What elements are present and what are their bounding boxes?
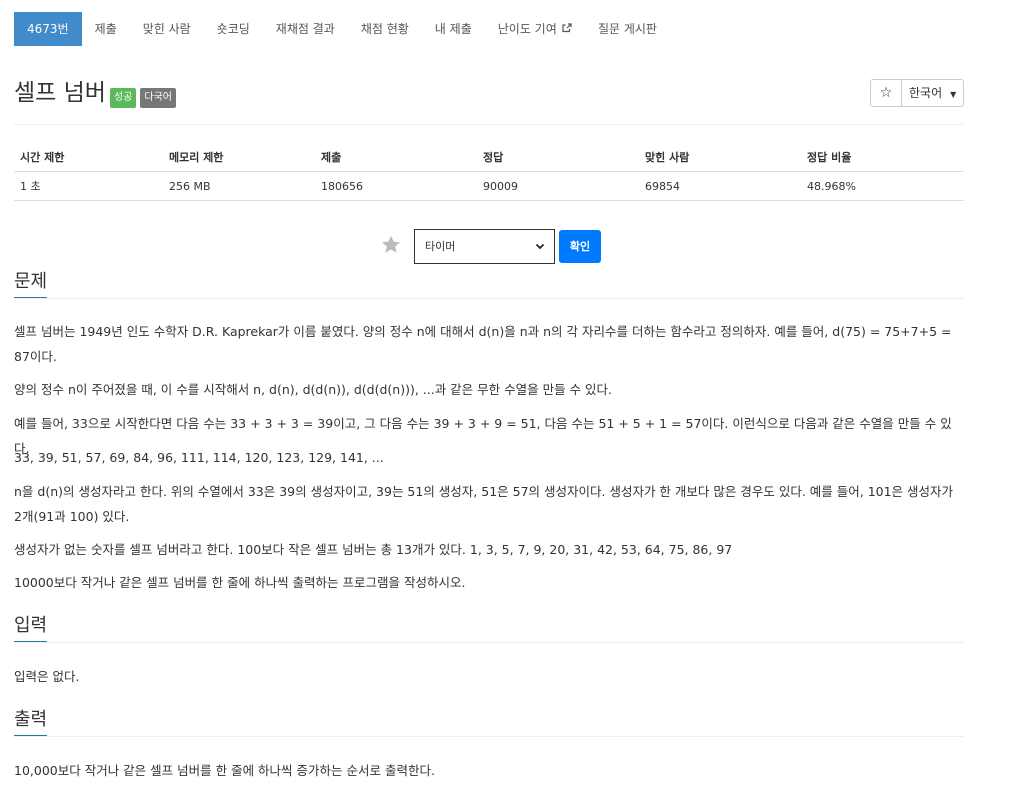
header-accept-ratio: 정답 비율: [801, 143, 964, 172]
problem-badges: 성공 다국어: [110, 88, 177, 108]
timer-select[interactable]: 타이머: [414, 229, 555, 264]
nav-item-problem[interactable]: 4673번: [14, 12, 82, 46]
timer-select-value: 타이머: [425, 240, 456, 253]
table-row: 1 초 256 MB 180656 90009 69854 48.968%: [14, 171, 964, 201]
nav-item-my-submissions[interactable]: 내 제출: [422, 12, 485, 46]
section-divider: [14, 736, 964, 737]
problem-paragraph-2: 양의 정수 n이 주어졌을 때, 이 수를 시작해서 n, d(n), d(d(…: [14, 382, 613, 397]
nav-item-status[interactable]: 채점 현황: [348, 12, 422, 46]
problem-paragraph-7: 10000보다 작거나 같은 셀프 넘버를 한 줄에 하나씩 출력하는 프로그램…: [14, 575, 466, 590]
input-description: 입력은 없다.: [14, 669, 80, 684]
problem-nav: 4673번 제출 맞힌 사람 숏코딩 재채점 결과 채점 현황 내 제출 난이도…: [14, 12, 670, 46]
problem-paragraph-4: 33, 39, 51, 57, 69, 84, 96, 111, 114, 12…: [14, 450, 384, 465]
section-title-input-text: 입력: [14, 615, 48, 636]
section-title-output-text: 출력: [14, 709, 48, 730]
header-submissions: 제출: [315, 143, 477, 172]
nav-item-difficulty-label: 난이도 기여: [497, 22, 557, 36]
header-time-limit: 시간 제한: [14, 143, 163, 172]
star-outline-icon: ☆: [879, 85, 893, 101]
header-actions: ☆ 한국어 ▼: [870, 79, 964, 107]
nav-item-submit[interactable]: 제출: [82, 12, 130, 46]
header-memory-limit: 메모리 제한: [163, 143, 315, 172]
section-title-problem-text: 문제: [14, 271, 48, 292]
section-divider: [14, 298, 964, 299]
cell-submissions: 180656: [315, 171, 477, 201]
title-divider: [14, 124, 964, 125]
timer-row: 타이머 확인: [14, 229, 964, 265]
problem-info-table: 시간 제한 메모리 제한 제출 정답 맞힌 사람 정답 비율 1 초 256 M…: [14, 143, 964, 201]
problem-paragraph-5: n을 d(n)의 생성자라고 한다. 위의 수열에서 33은 39의 생성자이고…: [14, 484, 954, 524]
favorite-button[interactable]: ☆: [870, 79, 902, 107]
cell-accept-ratio: 48.968%: [801, 171, 964, 201]
table-header-row: 시간 제한 메모리 제한 제출 정답 맞힌 사람 정답 비율: [14, 143, 964, 172]
cell-time-limit: 1 초: [14, 171, 163, 201]
cell-memory-limit: 256 MB: [163, 171, 315, 201]
problem-header: 셀프 넘버 성공 다국어 ☆ 한국어 ▼: [14, 78, 964, 110]
section-title-input: 입력: [14, 614, 964, 643]
nav-item-solved-users[interactable]: 맞힌 사람: [130, 12, 204, 46]
header-accepted: 정답: [477, 143, 639, 172]
section-title-output: 출력: [14, 708, 964, 737]
cell-accepted: 90009: [477, 171, 639, 201]
cell-solved-users: 69854: [639, 171, 801, 201]
header-solved-users: 맞힌 사람: [639, 143, 801, 172]
section-title-problem: 문제: [14, 270, 964, 299]
language-dropdown[interactable]: 한국어 ▼: [902, 79, 964, 107]
problem-paragraph-1: 셀프 넘버는 1949년 인도 수학자 D.R. Kaprekar가 이름 붙였…: [14, 324, 952, 364]
star-filled-icon[interactable]: [380, 234, 402, 256]
problem-paragraph-6: 생성자가 없는 숫자를 셀프 넘버라고 한다. 100보다 작은 셀프 넘버는 …: [14, 542, 733, 557]
nav-item-difficulty-contribution[interactable]: 난이도 기여: [485, 12, 585, 46]
section-divider: [14, 642, 964, 643]
nav-item-question-board[interactable]: 질문 게시판: [585, 12, 670, 46]
nav-item-rejudge-results[interactable]: 재채점 결과: [263, 12, 348, 46]
language-label: 한국어: [909, 86, 943, 100]
page-title: 셀프 넘버: [14, 80, 106, 106]
status-badge-multilang: 다국어: [140, 88, 177, 108]
status-badge-success: 성공: [110, 88, 137, 108]
output-description: 10,000보다 작거나 같은 셀프 넘버를 한 줄에 하나씩 증가하는 순서로…: [14, 763, 435, 778]
nav-item-short-coding[interactable]: 숏코딩: [204, 12, 263, 46]
confirm-button[interactable]: 확인: [559, 230, 601, 263]
external-link-icon: [559, 23, 572, 36]
caret-down-icon: ▼: [950, 90, 957, 99]
